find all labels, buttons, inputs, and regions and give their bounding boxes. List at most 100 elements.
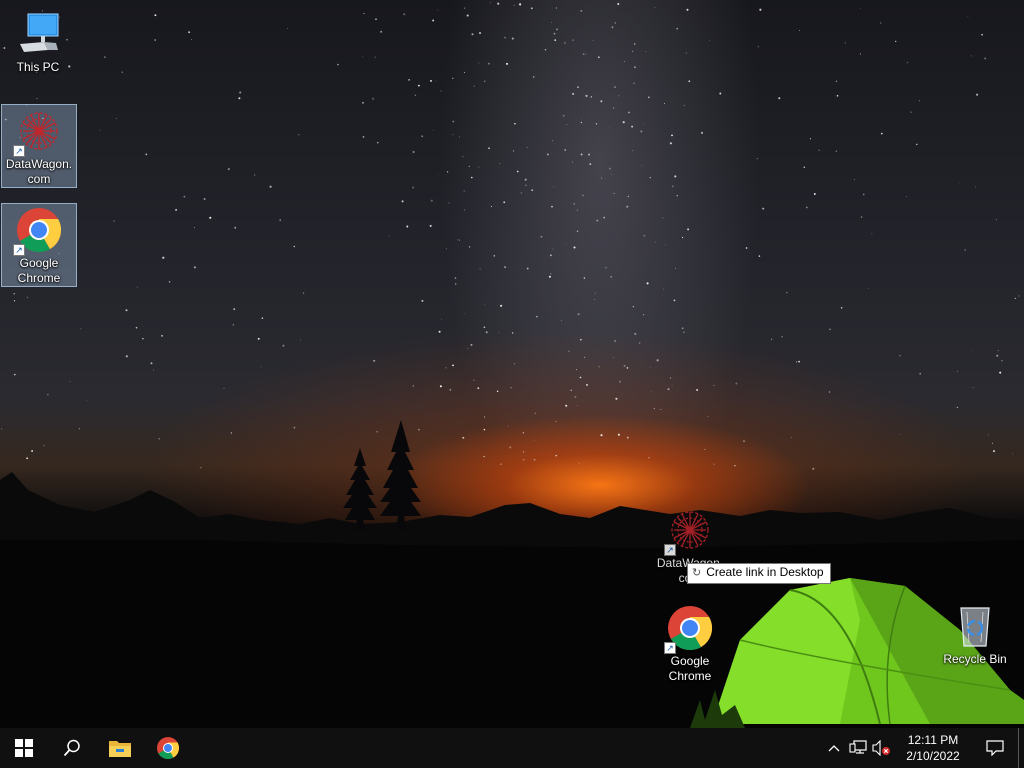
show-desktop-button[interactable] bbox=[1018, 728, 1024, 768]
star bbox=[566, 124, 568, 126]
star bbox=[534, 412, 537, 415]
star bbox=[553, 32, 556, 35]
star bbox=[536, 316, 538, 318]
this-pc-shortcut[interactable]: This PC bbox=[0, 8, 76, 75]
star bbox=[631, 50, 634, 53]
star bbox=[43, 445, 45, 447]
volume-muted-icon[interactable] bbox=[870, 728, 894, 768]
star bbox=[488, 147, 490, 149]
star bbox=[745, 247, 748, 249]
star bbox=[956, 406, 959, 409]
star bbox=[958, 182, 960, 184]
star bbox=[572, 92, 575, 95]
star bbox=[565, 404, 568, 407]
star bbox=[549, 254, 552, 257]
star bbox=[293, 245, 296, 248]
star bbox=[577, 86, 579, 88]
star bbox=[526, 146, 528, 148]
show-hidden-icons-chevron[interactable] bbox=[822, 728, 846, 768]
datawagon-shortcut-left[interactable]: ↗ DataWagon.com bbox=[1, 104, 77, 188]
star bbox=[524, 178, 527, 181]
star bbox=[683, 331, 685, 334]
star bbox=[14, 373, 16, 376]
star bbox=[655, 241, 657, 243]
star bbox=[452, 364, 454, 367]
star bbox=[403, 13, 406, 16]
star bbox=[445, 248, 447, 250]
star bbox=[377, 142, 379, 144]
star bbox=[447, 202, 449, 204]
star bbox=[522, 458, 525, 461]
star bbox=[598, 366, 600, 368]
star bbox=[583, 53, 585, 55]
chrome-taskbar-button[interactable] bbox=[144, 728, 192, 768]
action-center-button[interactable] bbox=[972, 728, 1018, 768]
star bbox=[449, 388, 452, 391]
star bbox=[561, 319, 563, 321]
star bbox=[511, 37, 514, 40]
network-icon[interactable] bbox=[846, 728, 870, 768]
star bbox=[604, 178, 606, 179]
recycle-bin-shortcut[interactable]: Recycle Bin bbox=[937, 600, 1013, 667]
star bbox=[995, 219, 997, 221]
star bbox=[704, 448, 706, 450]
star bbox=[757, 46, 759, 48]
chrome-shortcut-right[interactable]: ↗ Google Chrome bbox=[652, 602, 728, 684]
star bbox=[104, 56, 106, 58]
desktop[interactable]: This PC ↗ DataWagon.com ↗ Google Chrome … bbox=[0, 0, 1024, 728]
star bbox=[452, 134, 454, 135]
star bbox=[580, 9, 583, 12]
star bbox=[373, 359, 376, 362]
star bbox=[303, 292, 305, 294]
star bbox=[522, 451, 525, 453]
star bbox=[584, 356, 586, 358]
chrome-shortcut-left[interactable]: ↗ Google Chrome bbox=[1, 203, 77, 287]
taskbar-clock[interactable]: 12:11 PM 2/10/2022 bbox=[894, 732, 972, 764]
star bbox=[438, 330, 441, 333]
star bbox=[555, 454, 557, 457]
star bbox=[610, 276, 612, 278]
star bbox=[361, 101, 365, 104]
chevron-up-icon bbox=[828, 745, 840, 752]
file-explorer-icon bbox=[109, 741, 131, 757]
star bbox=[798, 360, 800, 363]
star bbox=[572, 39, 575, 42]
start-button[interactable] bbox=[0, 728, 48, 768]
star bbox=[786, 291, 788, 294]
star bbox=[530, 7, 533, 10]
star bbox=[31, 450, 34, 452]
star bbox=[254, 174, 256, 176]
star bbox=[406, 225, 409, 228]
star bbox=[778, 97, 781, 100]
star bbox=[282, 344, 285, 347]
link-icon: ↻ bbox=[692, 567, 702, 579]
recycle-bin-label: Recycle Bin bbox=[943, 652, 1007, 666]
star bbox=[613, 221, 614, 223]
system-tray: 12:11 PM 2/10/2022 bbox=[822, 728, 1024, 768]
star bbox=[799, 30, 800, 32]
file-explorer-button[interactable] bbox=[96, 728, 144, 768]
star bbox=[803, 166, 806, 168]
star bbox=[1001, 360, 1003, 362]
star bbox=[430, 199, 433, 202]
star bbox=[631, 125, 634, 128]
star bbox=[671, 134, 673, 137]
star bbox=[175, 208, 178, 211]
star bbox=[121, 71, 123, 73]
star bbox=[840, 306, 843, 309]
star bbox=[412, 150, 415, 154]
search-button[interactable] bbox=[48, 728, 96, 768]
star bbox=[468, 246, 471, 248]
star bbox=[585, 53, 587, 55]
star bbox=[375, 18, 377, 21]
star bbox=[593, 299, 595, 300]
star bbox=[614, 22, 616, 24]
this-pc-label: This PC bbox=[16, 60, 60, 74]
star bbox=[829, 328, 831, 331]
star bbox=[648, 96, 650, 99]
star bbox=[687, 228, 690, 231]
star bbox=[618, 95, 620, 97]
star bbox=[796, 361, 798, 363]
star bbox=[485, 331, 488, 334]
star bbox=[719, 92, 722, 95]
